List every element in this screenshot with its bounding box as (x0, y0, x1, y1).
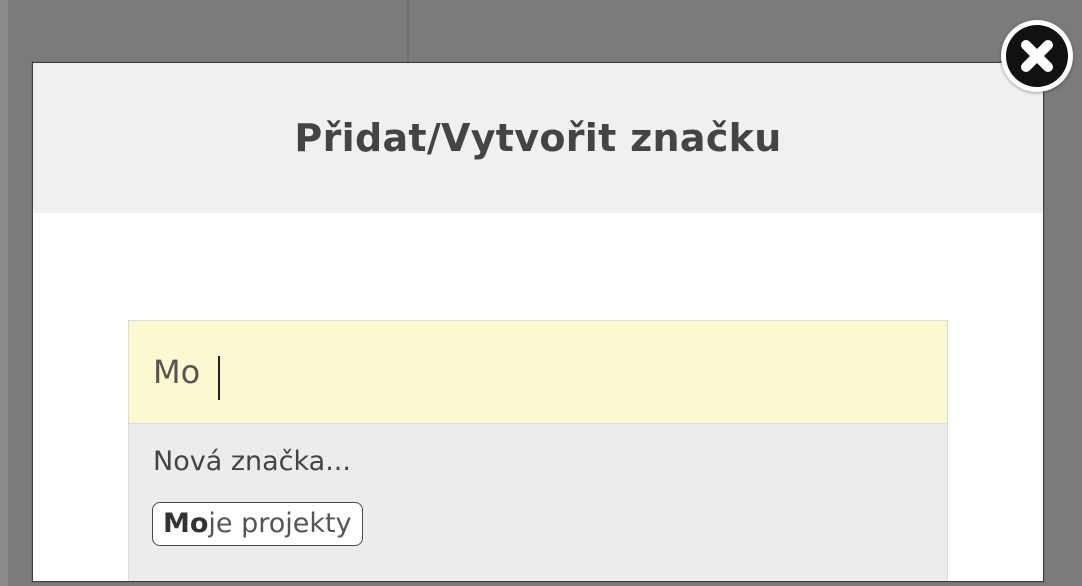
tag-suggestion-rest: je projekty (208, 508, 352, 539)
tag-suggestion-match: Mo (163, 508, 209, 539)
dialog-title: Přidat/Vytvořit značku (294, 116, 782, 160)
tag-input-container (128, 320, 948, 424)
backdrop-edge (0, 0, 8, 586)
dialog-header: Přidat/Vytvořit značku (33, 63, 1043, 213)
new-tag-option[interactable]: Nová značka... (153, 446, 351, 477)
tag-suggestions-dropdown: Nová značka... Moje projekty (128, 424, 948, 581)
text-caret (218, 356, 220, 400)
close-icon (1006, 25, 1068, 87)
tag-suggestion-chip[interactable]: Moje projekty (152, 502, 363, 546)
backdrop-divider (407, 0, 409, 62)
add-tag-dialog: Přidat/Vytvořit značku Nová značka... Mo… (32, 62, 1044, 582)
tag-search-input[interactable] (129, 321, 947, 423)
close-icon-glyph (1021, 40, 1053, 72)
close-dialog-button[interactable] (1001, 20, 1073, 92)
